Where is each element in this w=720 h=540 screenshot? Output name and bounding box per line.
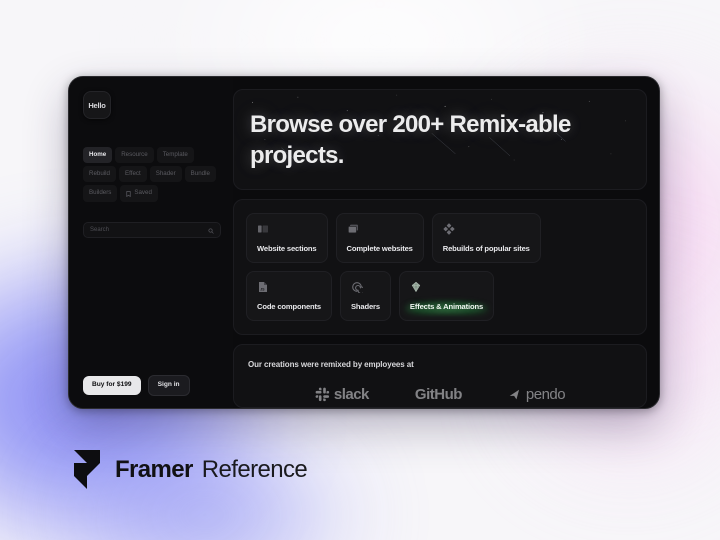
footer-brand: Framer Reference <box>72 450 308 490</box>
gem-sparkle-icon <box>410 281 422 293</box>
category-label: Shaders <box>351 302 380 312</box>
sidebar: Hello Home Resource Template Rebuild Eff… <box>69 77 233 408</box>
category-website-sections[interactable]: Website sections <box>246 213 328 264</box>
sidebar-tag-saved[interactable]: Saved <box>120 185 158 202</box>
sidebar-tag-template[interactable]: Template <box>156 147 194 164</box>
logo-badge-label: Hello <box>88 100 106 110</box>
logo-github-label: GitHub <box>414 386 463 403</box>
main-content: Browse over 200+ Remix-able projects. We… <box>233 77 659 408</box>
spiral-icon <box>351 281 363 294</box>
sidebar-actions: Buy for $199 Sign in <box>83 375 221 396</box>
brand-wordmark: Framer Reference <box>115 456 308 484</box>
bookmark-icon <box>126 190 131 197</box>
hero-panel: Browse over 200+ Remix-able projects. <box>233 89 647 191</box>
app-window: Hello Home Resource Template Rebuild Eff… <box>68 76 660 409</box>
category-label: Rebuilds of popular sites <box>442 244 530 254</box>
svg-text:JS: JS <box>260 288 265 292</box>
remixed-by-panel: Our creations were remixed by employees … <box>233 344 647 408</box>
pendo-icon <box>508 388 522 402</box>
layout-sections-icon <box>257 223 269 235</box>
brand-name-framer: Framer <box>115 456 193 483</box>
sidebar-tag-builders[interactable]: Builders <box>83 185 118 202</box>
search-placeholder: Search <box>90 226 110 233</box>
logo-badge[interactable]: Hello <box>83 91 111 119</box>
category-code-components[interactable]: JS Code components <box>246 271 332 322</box>
sidebar-tag-shader[interactable]: Shader <box>149 166 182 183</box>
framer-logo-icon <box>72 450 102 490</box>
js-file-icon: JS <box>257 281 269 293</box>
category-row-1: Website sections Complete websites Rebui… <box>246 213 634 264</box>
sidebar-tag-bundle[interactable]: Bundle <box>184 166 216 183</box>
category-label: Website sections <box>257 244 317 254</box>
sidebar-tag-saved-label: Saved <box>134 189 152 197</box>
category-label: Effects & Animations <box>409 302 484 312</box>
company-logo-list: slack GitHub pendo <box>234 386 646 403</box>
category-label: Complete websites <box>346 244 413 254</box>
sidebar-tag-home[interactable]: Home <box>83 147 113 164</box>
signin-button[interactable]: Sign in <box>147 375 190 396</box>
search-icon <box>208 221 214 239</box>
slack-icon <box>315 387 330 402</box>
logo-pendo-label: pendo <box>525 386 566 403</box>
category-effects-animations[interactable]: Effects & Animations <box>398 271 495 322</box>
hero-title: Browse over 200+ Remix-able projects. <box>250 111 571 169</box>
logo-pendo: pendo <box>508 386 566 403</box>
category-row-2: JS Code components Shaders Effects & Ani… <box>246 271 634 322</box>
remixed-by-title: Our creations were remixed by employees … <box>248 360 414 370</box>
category-shaders[interactable]: Shaders <box>340 271 391 322</box>
sidebar-tag-effect[interactable]: Effect <box>118 166 147 183</box>
category-rebuilds-popular-sites[interactable]: Rebuilds of popular sites <box>431 213 541 264</box>
brand-name-reference: Reference <box>201 456 308 483</box>
sidebar-tag-rebuild[interactable]: Rebuild <box>83 166 116 183</box>
sidebar-tag-resource[interactable]: Resource <box>115 147 154 164</box>
stacked-windows-icon <box>347 223 359 235</box>
buy-button[interactable]: Buy for $199 <box>83 376 141 395</box>
categories-panel: Website sections Complete websites Rebui… <box>233 199 647 336</box>
sidebar-tag-list: Home Resource Template Rebuild Effect Sh… <box>83 147 221 202</box>
logo-slack: slack <box>315 386 369 403</box>
search-input[interactable]: Search <box>83 221 221 239</box>
category-complete-websites[interactable]: Complete websites <box>335 213 424 264</box>
diamond-cluster-icon <box>443 223 455 236</box>
logo-slack-label: slack <box>333 386 370 403</box>
category-label: Code components <box>257 302 321 312</box>
logo-github: GitHub <box>414 386 463 403</box>
